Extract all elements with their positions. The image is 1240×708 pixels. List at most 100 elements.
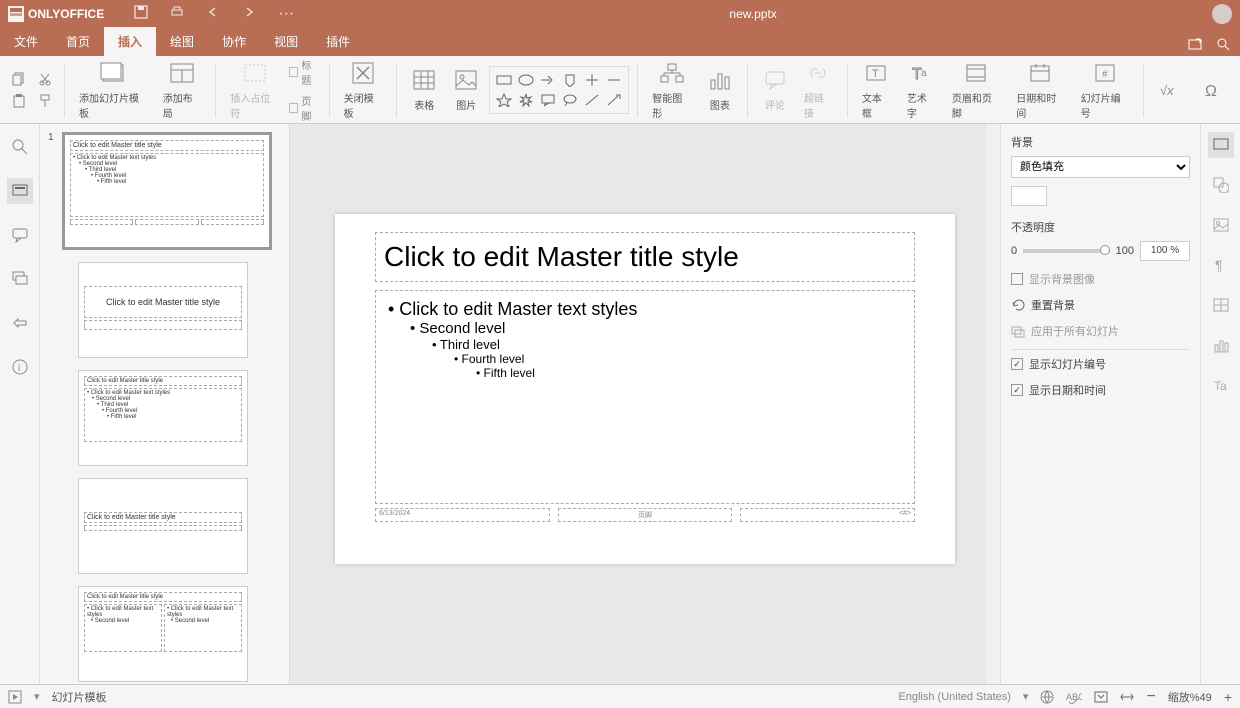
title-checkbox[interactable]: 标题 bbox=[289, 57, 321, 87]
svg-text:Ω: Ω bbox=[1205, 83, 1217, 100]
content-area: i 1 Click to edit Master title style • C… bbox=[0, 124, 1240, 684]
color-swatch[interactable] bbox=[1011, 186, 1047, 206]
about-rail-icon[interactable]: i bbox=[7, 354, 33, 380]
textart-settings-icon[interactable]: Ta bbox=[1208, 372, 1234, 398]
footer-checkbox[interactable]: 页脚 bbox=[289, 93, 321, 123]
textbox-button[interactable]: T 文本框 bbox=[856, 56, 897, 124]
svg-text:#: # bbox=[1102, 69, 1108, 80]
wordart-button[interactable]: Ta 艺术字 bbox=[901, 56, 942, 124]
svg-text:a: a bbox=[921, 68, 927, 79]
datetime-button[interactable]: 日期和时间 bbox=[1010, 56, 1070, 124]
open-location-icon[interactable] bbox=[1188, 37, 1202, 51]
user-avatar-icon[interactable] bbox=[1212, 4, 1232, 24]
show-bg-checkbox: 显示背景图像 bbox=[1011, 271, 1190, 287]
slidenum-placeholder[interactable]: <#> bbox=[740, 508, 915, 522]
fit-width-icon[interactable] bbox=[1120, 690, 1134, 704]
svg-text:i: i bbox=[18, 363, 20, 374]
symbol-button[interactable]: Ω bbox=[1194, 73, 1232, 107]
layout-thumb-2[interactable]: Click to edit Master title style• Click … bbox=[78, 370, 248, 466]
comments-rail-icon[interactable] bbox=[7, 222, 33, 248]
add-layout-button[interactable]: 添加布局 bbox=[157, 56, 208, 124]
svg-text:√x: √x bbox=[1160, 83, 1174, 98]
more-icon[interactable]: ··· bbox=[278, 5, 294, 23]
app-logo-icon bbox=[8, 6, 24, 22]
tab-collab[interactable]: 协作 bbox=[208, 27, 260, 56]
right-rail: ¶ Ta bbox=[1200, 124, 1240, 684]
master-title-placeholder[interactable]: Click to edit Master title style bbox=[375, 232, 915, 282]
chart-button[interactable]: 图表 bbox=[701, 63, 739, 116]
redo-icon[interactable] bbox=[242, 5, 256, 23]
table-button[interactable]: 表格 bbox=[405, 63, 443, 116]
vertical-scrollbar[interactable] bbox=[986, 124, 1000, 684]
add-master-button[interactable]: 添加幻灯片模板 bbox=[73, 56, 153, 124]
svg-text:¶: ¶ bbox=[1215, 257, 1223, 273]
show-datetime-checkbox[interactable]: ✓显示日期和时间 bbox=[1011, 382, 1190, 398]
find-icon[interactable] bbox=[1216, 37, 1230, 51]
tab-view[interactable]: 视图 bbox=[260, 27, 312, 56]
image-button[interactable]: 图片 bbox=[447, 63, 485, 116]
tab-draw[interactable]: 绘图 bbox=[156, 27, 208, 56]
spell-icon[interactable]: ABC bbox=[1066, 690, 1082, 704]
hyperlink-button: 超链接 bbox=[798, 56, 839, 124]
slides-rail-icon[interactable] bbox=[7, 178, 33, 204]
close-master-button[interactable]: 关闭模板 bbox=[338, 56, 389, 124]
right-settings-panel: 背景 颜色填充 不透明度 0 100 100 % 显示背景图像 重置背景 应用于… bbox=[1000, 124, 1200, 684]
zoom-out-icon[interactable]: − bbox=[1146, 688, 1155, 706]
layout-thumb-4[interactable]: Click to edit Master title style• Click … bbox=[78, 586, 248, 682]
menu-bar: 文件 首页 插入 绘图 协作 视图 插件 bbox=[0, 28, 1240, 56]
opacity-input[interactable]: 100 % bbox=[1140, 241, 1190, 261]
quick-toolbar: ··· bbox=[134, 5, 294, 23]
fill-type-select[interactable]: 颜色填充 bbox=[1011, 156, 1190, 178]
copy-icon[interactable] bbox=[12, 72, 26, 86]
play-icon[interactable] bbox=[8, 690, 22, 704]
tab-file[interactable]: 文件 bbox=[0, 27, 52, 56]
tab-plugins[interactable]: 插件 bbox=[312, 27, 364, 56]
master-body-placeholder[interactable]: • Click to edit Master text styles • Sec… bbox=[375, 290, 915, 504]
table-settings-icon[interactable] bbox=[1208, 292, 1234, 318]
header-footer-button[interactable]: 页眉和页脚 bbox=[946, 56, 1006, 124]
undo-icon[interactable] bbox=[206, 5, 220, 23]
zoom-in-icon[interactable]: + bbox=[1224, 689, 1232, 705]
svg-text:ABC: ABC bbox=[1066, 692, 1082, 702]
comment-button: 评论 bbox=[756, 63, 794, 116]
master-slide-thumb[interactable]: 1 Click to edit Master title style • Cli… bbox=[48, 132, 281, 250]
apply-all-button: 应用于所有幻灯片 bbox=[1011, 323, 1190, 339]
tab-home[interactable]: 首页 bbox=[52, 27, 104, 56]
shape-settings-icon[interactable] bbox=[1208, 172, 1234, 198]
language-label[interactable]: English (United States) bbox=[898, 691, 1011, 703]
equation-button[interactable]: √x bbox=[1152, 73, 1190, 107]
shapes-gallery[interactable] bbox=[489, 66, 629, 114]
paste-icon[interactable] bbox=[12, 94, 26, 108]
layout-thumb-3[interactable]: Click to edit Master title style bbox=[78, 478, 248, 574]
background-label: 背景 bbox=[1011, 134, 1190, 150]
slide-master-canvas[interactable]: Click to edit Master title style • Click… bbox=[335, 214, 955, 564]
chat-rail-icon[interactable] bbox=[7, 266, 33, 292]
zoom-label[interactable]: 缩放%49 bbox=[1168, 689, 1212, 705]
image-settings-icon[interactable] bbox=[1208, 212, 1234, 238]
file-name: new.pptx bbox=[294, 7, 1212, 21]
save-icon[interactable] bbox=[134, 5, 148, 23]
chart-settings-icon[interactable] bbox=[1208, 332, 1234, 358]
cut-icon[interactable] bbox=[38, 72, 52, 86]
opacity-slider[interactable] bbox=[1023, 249, 1110, 253]
show-slidenum-checkbox[interactable]: ✓显示幻灯片编号 bbox=[1011, 356, 1190, 372]
tab-insert[interactable]: 插入 bbox=[104, 27, 156, 56]
slide-canvas-area[interactable]: Click to edit Master title style • Click… bbox=[290, 124, 1000, 684]
smartart-button[interactable]: 智能图形 bbox=[646, 56, 697, 124]
print-icon[interactable] bbox=[170, 5, 184, 23]
reset-bg-button[interactable]: 重置背景 bbox=[1011, 297, 1190, 313]
master-view-label: 幻灯片模板 bbox=[52, 689, 107, 705]
footer-placeholder[interactable]: 页脚 bbox=[558, 508, 733, 522]
date-placeholder[interactable]: 6/13/2024 bbox=[375, 508, 550, 522]
slide-settings-icon[interactable] bbox=[1208, 132, 1234, 158]
feedback-rail-icon[interactable] bbox=[7, 310, 33, 336]
fit-slide-icon[interactable] bbox=[1094, 690, 1108, 704]
paragraph-settings-icon[interactable]: ¶ bbox=[1208, 252, 1234, 278]
format-paint-icon[interactable] bbox=[38, 94, 52, 108]
opacity-label: 不透明度 bbox=[1011, 219, 1190, 235]
search-rail-icon[interactable] bbox=[7, 134, 33, 160]
layout-thumb-1[interactable]: Click to edit Master title style bbox=[78, 262, 248, 358]
spellcheck-icon[interactable] bbox=[1040, 690, 1054, 704]
ribbon-toolbar: 添加幻灯片模板 添加布局 插入占位符 标题 页脚 关闭模板 表格 图片 bbox=[0, 56, 1240, 124]
slidenum-button[interactable]: # 幻灯片编号 bbox=[1075, 56, 1135, 124]
